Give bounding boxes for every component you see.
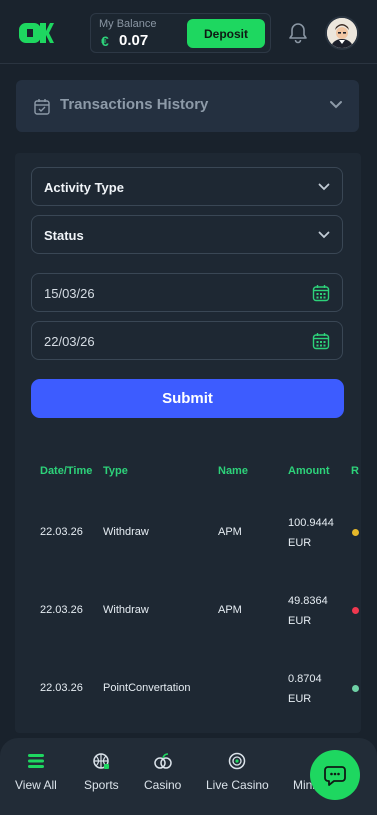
row-amount-currency: EUR [288,615,312,627]
date-from-input[interactable]: 15/03/26 [31,273,343,312]
row-amount-value: 100.9444 [288,517,334,529]
row-amount-currency: EUR [288,537,312,549]
table-row: 22.03.26 Withdraw APM 49.8364 EUR [15,571,361,649]
balance-box: My Balance € 0.07 Deposit [90,13,271,53]
row-name: APM [218,526,242,538]
calendar-check-icon [34,99,50,115]
chevron-down-icon [330,101,342,109]
row-date: 22.03.26 [40,604,83,616]
chat-icon [324,766,346,786]
avatar[interactable] [325,16,359,50]
deposit-button[interactable]: Deposit [187,19,265,48]
nav-label: Casino [144,778,182,792]
row-name: APM [218,604,242,616]
activity-type-select[interactable]: Activity Type [31,167,343,206]
row-amount-value: 49.8364 [288,595,328,607]
status-select[interactable]: Status [31,215,343,254]
bell-icon[interactable] [287,21,309,45]
balance-value: 0.07 [119,32,149,49]
filter-card: Activity Type Status 15/03/26 22/03/26 S… [15,153,361,733]
status-dot [352,607,359,614]
column-header-name: Name [218,465,248,477]
avatar-image [327,18,357,48]
row-type: Withdraw [103,604,149,616]
balance-label: My Balance [99,18,157,30]
table-row: 22.03.26 Withdraw APM 100.9444 EUR [15,493,361,571]
live-casino-icon [229,752,246,770]
menu-icon [27,754,44,768]
column-header-amount: Amount [288,465,330,477]
chat-button[interactable] [310,750,360,800]
column-header-result: R [351,465,359,477]
top-header: My Balance € 0.07 Deposit [0,0,377,64]
chevron-down-icon [318,231,330,239]
date-from-value: 15/03/26 [44,286,95,301]
status-label: Status [44,228,84,243]
nav-label: Live Casino [206,778,269,792]
row-date: 22.03.26 [40,526,83,538]
casino-icon [153,753,172,769]
row-amount-value: 0.8704 [288,673,322,685]
chevron-down-icon [318,183,330,191]
nav-item-casino[interactable]: Casino [144,752,181,792]
activity-type-label: Activity Type [44,180,124,195]
row-amount: 0.8704 EUR [288,669,322,709]
row-amount: 49.8364 EUR [288,591,328,631]
calendar-icon[interactable] [312,332,330,350]
date-to-input[interactable]: 22/03/26 [31,321,343,360]
date-to-value: 22/03/26 [44,334,95,349]
column-header-type: Type [103,465,128,477]
sports-icon [93,753,110,769]
row-date: 22.03.26 [40,682,83,694]
submit-button[interactable]: Submit [31,379,344,418]
calendar-icon[interactable] [312,284,330,302]
row-amount-currency: EUR [288,693,312,705]
row-amount: 100.9444 EUR [288,513,334,553]
currency-symbol: € [101,33,109,49]
nav-label: View All [15,778,57,792]
status-dot [352,529,359,536]
row-type: PointConvertation [103,682,191,694]
row-type: Withdraw [103,526,149,538]
transactions-history-title: Transactions History [60,96,209,113]
nav-label: Sports [84,778,119,792]
table-row: 22.03.26 PointConvertation 0.8704 EUR [15,649,361,727]
transactions-history-dropdown[interactable]: Transactions History [16,80,359,132]
nav-item-view-all[interactable]: View All [15,752,57,792]
status-dot [352,685,359,692]
nav-item-live-casino[interactable]: Live Casino [206,752,269,792]
nav-item-sports[interactable]: Sports [84,752,119,792]
column-header-datetime: Date/Time [40,465,93,477]
ok-logo[interactable] [18,20,54,46]
